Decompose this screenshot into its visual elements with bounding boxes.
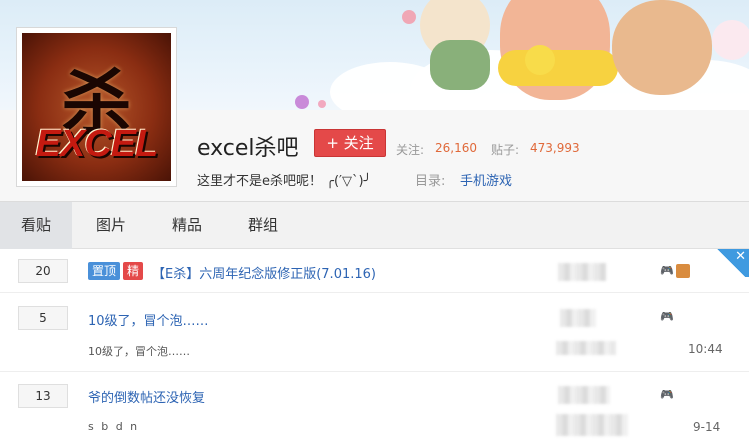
tab-posts[interactable]: 看贴	[0, 202, 72, 249]
close-icon[interactable]: ✕	[735, 249, 746, 264]
tab-featured[interactable]: 精品	[160, 202, 214, 249]
last-reply-time: 10:44	[688, 342, 723, 356]
game-controller-icon: 🎮	[660, 264, 674, 277]
followers-count: 26,160	[435, 141, 477, 155]
thread-title[interactable]: 【E杀】六周年纪念版修正版(7.01.16)	[152, 263, 376, 282]
pinned-badge: 置顶	[88, 262, 121, 280]
forum-logo[interactable]: 杀 EXCEL	[16, 27, 177, 187]
featured-badge: 精	[123, 262, 144, 280]
tab-groups[interactable]: 群组	[236, 202, 290, 249]
thread-abstract: 10级了，冒个泡……	[88, 345, 190, 358]
reply-count: 5	[18, 306, 68, 330]
author-name-blurred[interactable]	[558, 263, 606, 281]
bubble-shape	[318, 100, 326, 108]
logo-image: 杀 EXCEL	[22, 33, 171, 181]
follow-button[interactable]: + 关注	[314, 129, 386, 157]
reply-count: 13	[18, 384, 68, 408]
thread-title[interactable]: 爷的倒数帖还没恢复	[88, 387, 205, 406]
game-controller-icon: 🎮	[660, 388, 674, 401]
game-controller-icon: 🎮	[660, 310, 674, 323]
cartoon-character	[712, 20, 749, 60]
bubble-shape	[295, 95, 309, 109]
directory-label: 目录:	[415, 174, 446, 189]
cartoon-character	[430, 40, 490, 90]
thread-divider	[0, 371, 749, 372]
author-name-blurred[interactable]	[558, 386, 610, 404]
tab-images[interactable]: 图片	[84, 202, 138, 249]
gift-icon	[676, 264, 690, 278]
author-name-blurred[interactable]	[560, 309, 596, 327]
followers-label: 关注:	[396, 143, 425, 157]
thread-abstract: s b d n	[88, 420, 140, 433]
flower-icon	[402, 10, 416, 24]
posts-count: 473,993	[530, 141, 580, 155]
last-replier-blurred[interactable]	[556, 341, 616, 355]
thread-corner-flag[interactable]: ✕	[713, 249, 749, 277]
forum-slogan: 这里才不是e杀吧呢！ ╭(′▽`)╯	[197, 174, 372, 189]
forum-title[interactable]: excel杀吧	[197, 130, 299, 162]
logo-wordmark: EXCEL	[35, 123, 159, 165]
thread-divider	[0, 292, 749, 293]
posts-label: 贴子:	[491, 143, 520, 157]
bear-character	[612, 0, 712, 95]
last-reply-time: 9-14	[693, 420, 721, 434]
forum-tabs: 看贴 图片 精品 群组	[0, 202, 749, 249]
thread-title[interactable]: 10级了，冒个泡……	[88, 310, 209, 329]
reply-count: 20	[18, 259, 68, 283]
duck-icon	[525, 45, 555, 75]
last-replier-blurred[interactable]	[556, 414, 628, 436]
duck-float	[498, 50, 618, 86]
directory-link[interactable]: 手机游戏	[460, 170, 512, 189]
